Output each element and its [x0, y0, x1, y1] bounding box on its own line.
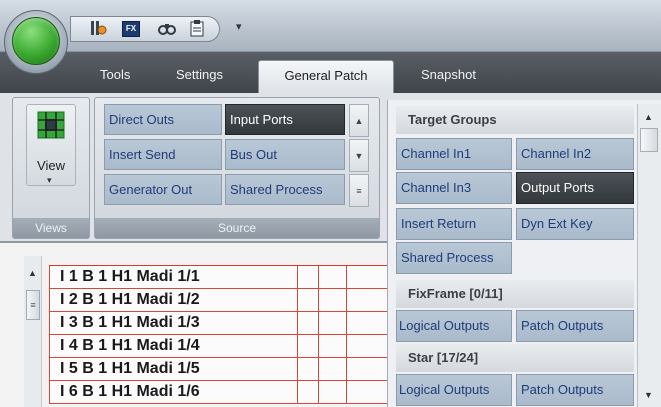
source-bus-out-button[interactable]: Bus Out [225, 139, 345, 170]
star-section-header: Star [17/24] [396, 344, 634, 372]
scroll-down-arrow-icon[interactable]: ▼ [644, 390, 653, 400]
target-groups-header: Target Groups [396, 106, 634, 134]
table-row: I 6 B 1 H1 Madi 1/6 [49, 381, 387, 404]
fixframe-patch-outputs-button[interactable]: Patch Outputs [516, 310, 634, 342]
target-channel-in3-button[interactable]: Channel In3 [396, 172, 512, 204]
target-insert-return-button[interactable]: Insert Return [396, 208, 512, 240]
chevron-down-icon: ▾ [47, 175, 52, 185]
tab-tools[interactable]: Tools [100, 64, 130, 86]
source-port-label: I 4 B 1 H1 Madi 1/4 [50, 335, 298, 357]
binoculars-icon[interactable] [158, 20, 176, 36]
target-shared-process-button[interactable]: Shared Process [396, 242, 512, 274]
source-port-label: I 3 B 1 H1 Madi 1/3 [50, 312, 298, 334]
scroll-up-arrow-icon[interactable]: ▲ [644, 112, 653, 122]
patch-grid-rows: I 1 B 1 H1 Madi 1/1 I 2 B 1 H1 Madi 1/2 … [49, 265, 387, 407]
fixframe-section-header: FixFrame [0/11] [396, 280, 634, 308]
scroll-up-icon[interactable]: ▲ [349, 104, 369, 137]
star-patch-outputs-button[interactable]: Patch Outputs [516, 374, 634, 406]
source-port-label: I 2 B 1 H1 Madi 1/2 [50, 289, 298, 311]
scroll-down-icon[interactable]: ▼ [349, 139, 369, 172]
table-row: I 3 B 1 H1 Madi 1/3 [49, 312, 387, 335]
tab-snapshot[interactable]: Snapshot [421, 64, 476, 86]
source-direct-outs-button[interactable]: Direct Outs [104, 104, 222, 135]
source-port-label: I 1 B 1 H1 Madi 1/1 [50, 266, 298, 288]
clipboard-icon[interactable] [188, 19, 206, 37]
scroll-up-arrow-icon[interactable]: ▲ [28, 268, 37, 278]
fixframe-logical-outputs-button[interactable]: Logical Outputs [396, 310, 512, 342]
target-dyn-ext-key-button[interactable]: Dyn Ext Key [516, 208, 634, 240]
application-orb-button[interactable] [12, 17, 60, 65]
routing-tool-icon[interactable] [90, 20, 108, 36]
quick-access-dropdown-icon[interactable]: ▾ [236, 20, 242, 33]
tab-general-patch[interactable]: General Patch [258, 60, 394, 94]
table-row: I 1 B 1 H1 Madi 1/1 [49, 266, 387, 289]
tab-settings[interactable]: Settings [176, 64, 223, 86]
source-group-label: Source [95, 218, 379, 238]
star-logical-outputs-button[interactable]: Logical Outputs [396, 374, 512, 406]
source-port-label: I 5 B 1 H1 Madi 1/5 [50, 358, 298, 380]
target-channel-in2-button[interactable]: Channel In2 [516, 138, 634, 170]
view-button-label: View [37, 158, 65, 173]
source-insert-send-button[interactable]: Insert Send [104, 139, 222, 170]
grid-view-icon [36, 110, 66, 145]
source-shared-process-button[interactable]: Shared Process [225, 174, 345, 205]
gallery-expand-icon[interactable]: ≡ [349, 174, 369, 207]
table-row: I 4 B 1 H1 Madi 1/4 [49, 335, 387, 358]
target-channel-in1-button[interactable]: Channel In1 [396, 138, 512, 170]
target-output-ports-button[interactable]: Output Ports [516, 172, 634, 204]
source-input-ports-button[interactable]: Input Ports [225, 104, 345, 135]
grid-vertical-scrollbar[interactable] [24, 256, 42, 407]
grid-scrollbar-thumb[interactable]: ≡ [26, 290, 40, 320]
fx-icon[interactable]: FX [122, 21, 140, 37]
table-row: I 5 B 1 H1 Madi 1/5 [49, 358, 387, 381]
source-port-label: I 6 B 1 H1 Madi 1/6 [50, 381, 298, 403]
views-group-label: Views [13, 218, 89, 238]
target-scrollbar-thumb[interactable] [640, 128, 658, 152]
source-generator-out-button[interactable]: Generator Out [104, 174, 222, 205]
table-row: I 2 B 1 H1 Madi 1/2 [49, 289, 387, 312]
